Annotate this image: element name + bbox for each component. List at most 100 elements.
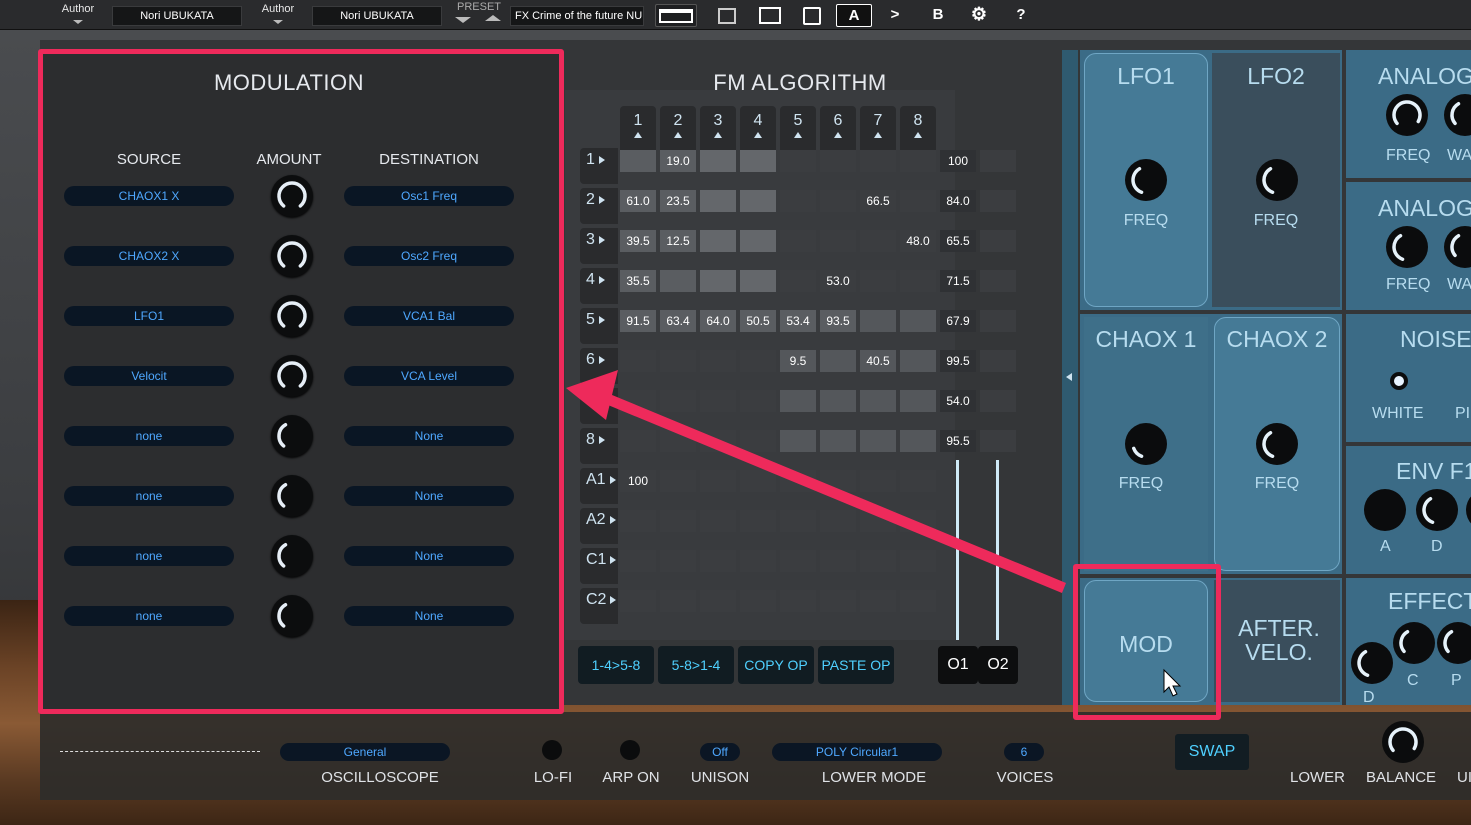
compare-arrow-button[interactable]: > xyxy=(880,4,910,27)
fm-cell[interactable] xyxy=(620,350,656,372)
env-attack-knob[interactable] xyxy=(1364,489,1406,531)
fm-cell[interactable] xyxy=(620,550,656,572)
preset-name-field[interactable]: FX Crime of the future NU xyxy=(510,6,644,26)
fm-cell[interactable] xyxy=(700,270,736,292)
fm-cell[interactable] xyxy=(860,270,896,292)
fm-out2-cell[interactable] xyxy=(980,270,1016,292)
fm-cell[interactable] xyxy=(820,190,856,212)
chaox2-freq-knob[interactable] xyxy=(1256,423,1298,465)
preset-prev-icon[interactable] xyxy=(485,15,501,21)
fm-cell[interactable]: 64.0 xyxy=(700,310,736,332)
fm-out2-cell[interactable] xyxy=(980,150,1016,172)
fm-cell[interactable] xyxy=(820,350,856,372)
paste-op-button[interactable]: PASTE OP xyxy=(818,646,894,684)
fm-cell[interactable]: 40.5 xyxy=(860,350,896,372)
oscilloscope-select[interactable]: General xyxy=(280,743,450,761)
fm-cell[interactable] xyxy=(740,230,776,252)
fm-cell[interactable] xyxy=(780,430,816,452)
analog1-freq-knob[interactable] xyxy=(1386,94,1428,136)
fm-out2-cell[interactable] xyxy=(980,190,1016,212)
fm-cell[interactable] xyxy=(900,190,936,212)
fm-cell[interactable] xyxy=(620,590,656,612)
fm-cell[interactable] xyxy=(620,390,656,412)
fm-cell[interactable] xyxy=(860,510,896,532)
voices-select[interactable]: 6 xyxy=(1004,743,1044,761)
fm-cell[interactable] xyxy=(700,510,736,532)
o1-button[interactable]: O1 xyxy=(938,646,978,684)
fm-cell[interactable] xyxy=(700,430,736,452)
fm-cell[interactable] xyxy=(660,510,696,532)
fm-out2-cell[interactable] xyxy=(980,310,1016,332)
fm-cell[interactable]: 39.5 xyxy=(620,230,656,252)
fm-cell[interactable] xyxy=(860,590,896,612)
fm-out1-cell[interactable]: 71.5 xyxy=(940,270,976,292)
fm-cell[interactable] xyxy=(740,550,776,572)
lofi-toggle[interactable] xyxy=(542,740,562,760)
fm-cell[interactable] xyxy=(740,150,776,172)
fm-cell[interactable] xyxy=(740,430,776,452)
fm-out1-cell[interactable]: 100 xyxy=(940,150,976,172)
fm-cell[interactable] xyxy=(900,430,936,452)
fm-cell[interactable] xyxy=(660,470,696,492)
noise-white-radio[interactable] xyxy=(1390,372,1408,390)
fm-cell[interactable] xyxy=(860,310,896,332)
fm-cell[interactable] xyxy=(860,150,896,172)
fm-out2-cell[interactable] xyxy=(980,350,1016,372)
fm-cell[interactable] xyxy=(700,590,736,612)
fm-cell[interactable] xyxy=(820,590,856,612)
author2-field[interactable]: Nori UBUKATA xyxy=(312,6,442,26)
fm-cell[interactable]: 9.5 xyxy=(780,350,816,372)
fm-cell[interactable] xyxy=(700,150,736,172)
fm-cell[interactable] xyxy=(660,430,696,452)
effect-d-knob[interactable] xyxy=(1351,642,1393,684)
fm-cell[interactable] xyxy=(900,510,936,532)
window-icon[interactable] xyxy=(655,4,697,27)
lfo1-freq-knob[interactable] xyxy=(1125,159,1167,201)
fm-cell[interactable] xyxy=(780,230,816,252)
a-button[interactable]: A xyxy=(836,4,872,27)
copy-op-button[interactable]: COPY OP xyxy=(738,646,814,684)
fm-cell[interactable]: 23.5 xyxy=(660,190,696,212)
browse-icon[interactable] xyxy=(797,4,827,27)
fm-cell[interactable]: 66.5 xyxy=(860,190,896,212)
fm-cell[interactable] xyxy=(780,550,816,572)
fm-cell[interactable] xyxy=(900,350,936,372)
fm-cell[interactable] xyxy=(740,470,776,492)
fm-cell[interactable] xyxy=(780,590,816,612)
fm-cell[interactable] xyxy=(740,510,776,532)
fm-cell[interactable] xyxy=(900,310,936,332)
fm-cell[interactable] xyxy=(900,270,936,292)
fm-cell[interactable] xyxy=(860,230,896,252)
analog2-freq-knob[interactable] xyxy=(1386,226,1428,268)
fm-cell[interactable] xyxy=(860,390,896,412)
fm-cell[interactable] xyxy=(740,390,776,412)
fm-cell[interactable] xyxy=(700,550,736,572)
swap-button[interactable]: SWAP xyxy=(1175,734,1249,770)
fm-out2-cell[interactable] xyxy=(980,430,1016,452)
env-decay-knob[interactable] xyxy=(1416,489,1458,531)
fm-cell[interactable] xyxy=(700,390,736,412)
fm-cell[interactable] xyxy=(660,350,696,372)
fm-cell[interactable] xyxy=(660,270,696,292)
fm-cell[interactable] xyxy=(620,430,656,452)
fm-out1-cell[interactable]: 95.5 xyxy=(940,430,976,452)
fm-cell[interactable]: 50.5 xyxy=(740,310,776,332)
fm-cell[interactable]: 53.0 xyxy=(820,270,856,292)
b-button[interactable]: B xyxy=(923,4,953,27)
fm-cell[interactable] xyxy=(780,510,816,532)
fm-out1-cell[interactable]: 54.0 xyxy=(940,390,976,412)
fm-cell[interactable] xyxy=(820,430,856,452)
fm-cell[interactable] xyxy=(820,150,856,172)
fm-cell[interactable] xyxy=(860,430,896,452)
unison-select[interactable]: Off xyxy=(700,743,740,761)
fm-out1-cell[interactable]: 99.5 xyxy=(940,350,976,372)
fm-cell[interactable] xyxy=(660,550,696,572)
balance-knob[interactable] xyxy=(1382,721,1424,763)
fm-cell[interactable] xyxy=(660,590,696,612)
fm-cell[interactable] xyxy=(740,270,776,292)
fm-cell[interactable]: 19.0 xyxy=(660,150,696,172)
fm-cell[interactable] xyxy=(780,270,816,292)
fm-5-8-to-1-4-button[interactable]: 5-8>1-4 xyxy=(658,646,734,684)
fm-cell[interactable] xyxy=(740,190,776,212)
fm-cell[interactable] xyxy=(660,390,696,412)
